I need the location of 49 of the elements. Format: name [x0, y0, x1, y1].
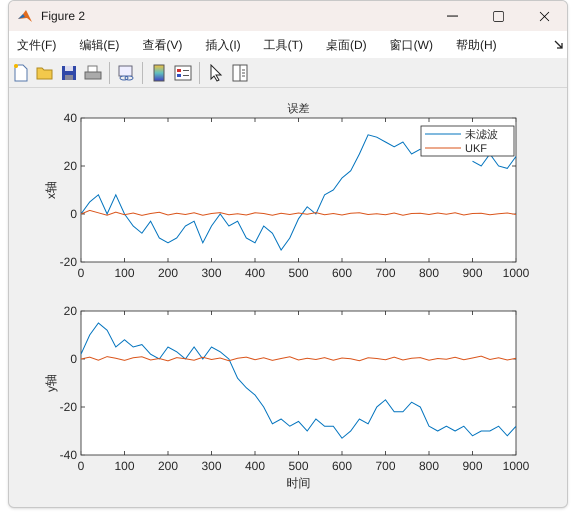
x-tick-label: 300: [201, 266, 222, 280]
menu-item[interactable]: 桌面(D): [324, 36, 369, 54]
menu-item[interactable]: 插入(I): [203, 36, 243, 54]
x-tick-label: 800: [418, 266, 440, 280]
y-tick-label: -20: [60, 400, 77, 414]
legend-label: UKF: [465, 143, 487, 155]
x-tick-label: 200: [158, 459, 178, 473]
minimize-icon: [446, 15, 458, 17]
x-tick-label: 300: [201, 459, 222, 473]
chart-title: 误差: [288, 103, 310, 115]
x-tick-label: 1000: [502, 266, 530, 280]
maximize-icon: [492, 10, 504, 22]
menu-item[interactable]: 编辑(E): [77, 36, 122, 54]
menu-item[interactable]: 查看(V): [140, 36, 184, 54]
window-title: Figure 2: [41, 8, 86, 25]
y-axis-label: x轴: [44, 181, 58, 199]
menu-item[interactable]: 帮助(H): [454, 36, 499, 54]
legend-label: 未滤波: [465, 129, 498, 141]
y-tick-label: 0: [70, 352, 77, 366]
menu-item[interactable]: 窗口(W): [388, 36, 435, 54]
x-tick-label: 600: [332, 266, 352, 280]
x-tick-label: 900: [462, 459, 483, 473]
x-tick-label: 0: [78, 459, 84, 473]
menu-item[interactable]: 工具(T): [262, 36, 305, 54]
x-tick-label: 100: [114, 459, 135, 473]
arrow-icon: [554, 40, 563, 49]
x-tick-label: 600: [332, 459, 352, 473]
x-axis-label: 时间: [286, 476, 310, 490]
x-tick-label: 900: [462, 266, 483, 280]
y-axis-label: y轴: [44, 374, 58, 392]
y-tick-label: -20: [60, 255, 77, 269]
x-tick-label: 800: [418, 459, 440, 473]
x-tick-label: 700: [375, 459, 396, 473]
x-tick-label: 200: [158, 266, 178, 280]
x-tick-label: 500: [288, 266, 309, 280]
x-tick-label: 0: [78, 266, 84, 280]
x-tick-label: 400: [244, 459, 266, 473]
y-tick-label: 20: [64, 159, 77, 173]
x-tick-label: 400: [244, 266, 266, 280]
x-tick-label: 1000: [502, 459, 530, 473]
x-tick-label: 100: [114, 266, 135, 280]
y-tick-label: -40: [60, 448, 77, 462]
logo-icon: [17, 8, 33, 24]
y-tick-label: 40: [64, 111, 77, 125]
x-tick-label: 700: [375, 266, 396, 280]
y-tick-label: 0: [70, 207, 77, 221]
y-tick-label: 20: [64, 304, 77, 318]
menu-item[interactable]: 文件(F): [15, 36, 58, 54]
x-tick-label: 500: [288, 459, 309, 473]
